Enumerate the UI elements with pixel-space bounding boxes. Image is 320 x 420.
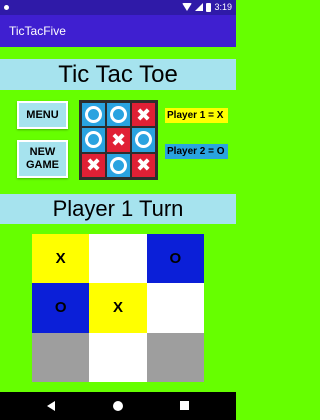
logo-cell	[107, 153, 130, 177]
cell-mark: X	[55, 250, 66, 268]
logo-cell	[132, 128, 155, 152]
cell-mark: O	[54, 299, 67, 317]
app-bar: TicTacFive	[0, 15, 236, 47]
home-icon[interactable]	[113, 401, 123, 411]
logo-cell: ✖	[107, 128, 130, 152]
board-cell[interactable]: X	[32, 234, 90, 284]
x-icon: ✖	[110, 129, 127, 150]
o-icon	[110, 106, 127, 124]
player-1-label: Player 1 = X	[165, 108, 228, 123]
logo-cell	[82, 128, 105, 152]
turn-text: Player 1 Turn	[52, 196, 184, 221]
notification-icon	[4, 5, 9, 10]
battery-icon	[206, 2, 212, 12]
o-icon	[85, 106, 102, 124]
game-title: Tic Tac Toe	[58, 61, 178, 88]
recents-icon[interactable]	[180, 401, 189, 410]
game-board: X O O X	[32, 234, 204, 382]
logo-cell: ✖	[132, 153, 155, 177]
board-cell[interactable]	[89, 234, 147, 284]
board-cell[interactable]	[32, 332, 90, 382]
title-banner: Tic Tac Toe	[0, 59, 236, 90]
app-title: TicTacFive	[9, 24, 66, 38]
logo-cell: ✖	[82, 153, 105, 177]
logo-board: ✖ ✖ ✖ ✖	[79, 100, 158, 180]
status-time: 3:19	[214, 2, 232, 12]
logo-cell: ✖	[132, 103, 155, 127]
board-cell[interactable]: O	[146, 234, 204, 284]
o-icon	[110, 156, 127, 174]
menu-button[interactable]: MENU	[17, 101, 68, 129]
logo-cell	[82, 103, 105, 127]
player-2-label: Player 2 = O	[165, 144, 228, 159]
nav-bar	[0, 392, 236, 420]
o-icon	[85, 131, 102, 149]
board-cell[interactable]	[89, 332, 147, 382]
cell-mark: O	[169, 250, 182, 268]
board-cell[interactable]	[146, 283, 204, 333]
x-icon: ✖	[135, 155, 152, 176]
board-cell[interactable]	[146, 332, 204, 382]
wifi-icon	[182, 3, 193, 11]
signal-icon	[195, 3, 204, 11]
status-right: 3:19	[182, 2, 232, 12]
status-bar: 3:19	[0, 0, 236, 15]
status-left-icons	[4, 2, 9, 12]
new-game-button[interactable]: NEW GAME	[17, 140, 68, 178]
x-icon: ✖	[135, 104, 152, 125]
board-cell[interactable]: X	[89, 283, 147, 333]
back-icon[interactable]	[47, 401, 55, 411]
o-icon	[135, 131, 152, 149]
logo-cell	[107, 103, 130, 127]
turn-banner: Player 1 Turn	[0, 194, 236, 224]
board-cell[interactable]: O	[32, 283, 90, 333]
new-game-label: NEW GAME	[26, 146, 59, 171]
cell-mark: X	[112, 299, 123, 317]
x-icon: ✖	[85, 155, 102, 176]
